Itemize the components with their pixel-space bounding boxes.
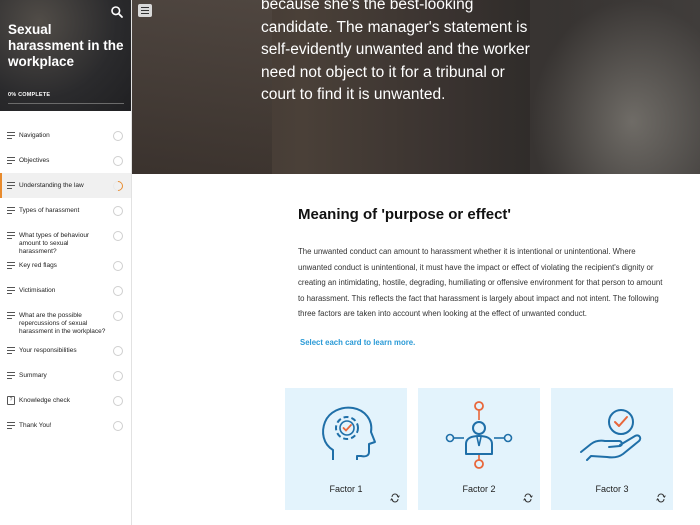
person-network-icon bbox=[445, 401, 513, 469]
progress-circle-partial-icon bbox=[110, 178, 126, 194]
flip-card-icon bbox=[390, 493, 400, 503]
card-label: Factor 3 bbox=[595, 484, 629, 494]
hero-text: because she's the best-looking candidate… bbox=[261, 0, 530, 104]
hero-image-left bbox=[132, 0, 272, 174]
lesson-lines-icon bbox=[7, 347, 15, 354]
lesson-lines-icon bbox=[7, 132, 15, 139]
nav-item-types-of-harassment[interactable]: Types of harassment bbox=[0, 198, 131, 223]
flashcard-factor-3[interactable]: Factor 3 bbox=[551, 388, 673, 510]
nav-item-knowledge-check[interactable]: ? Knowledge check bbox=[0, 388, 131, 413]
nav-item-understanding-the-law[interactable]: Understanding the law bbox=[0, 173, 131, 198]
nav-item-label: Knowledge check bbox=[19, 397, 70, 404]
lesson-lines-icon bbox=[7, 312, 15, 319]
nav-item-victimisation[interactable]: Victimisation bbox=[0, 278, 131, 303]
nav-item-label: Your responsibilities bbox=[19, 347, 77, 354]
flashcard-factor-2[interactable]: Factor 2 bbox=[418, 388, 540, 510]
main-content: because she's the best-looking candidate… bbox=[132, 0, 700, 525]
nav-item-label: Objectives bbox=[19, 157, 50, 164]
nav-item-summary[interactable]: Summary bbox=[0, 363, 131, 388]
lesson-lines-icon bbox=[7, 422, 15, 429]
progress-bar bbox=[8, 103, 124, 104]
nav-item-label: What are the possible repercussions of s… bbox=[19, 312, 106, 335]
lesson-lines-icon bbox=[7, 232, 15, 239]
lesson-body: Meaning of 'purpose or effect' The unwan… bbox=[298, 206, 668, 347]
nav-item-behaviour-types[interactable]: What types of behaviour amount to sexual… bbox=[0, 223, 131, 255]
progress-circle-icon bbox=[113, 346, 123, 356]
hand-check-icon bbox=[580, 409, 642, 461]
nav-item-label: Understanding the law bbox=[19, 182, 84, 189]
nav-item-thank-you[interactable]: Thank You! bbox=[0, 413, 131, 438]
nav-item-label: Summary bbox=[19, 372, 47, 379]
lesson-lines-icon bbox=[7, 182, 15, 189]
lesson-lines-icon bbox=[7, 207, 15, 214]
nav-item-your-responsibilities[interactable]: Your responsibilities bbox=[0, 338, 131, 363]
sidebar: Sexual harassment in the workplace 0% CO… bbox=[0, 0, 132, 525]
progress-label: 0% COMPLETE bbox=[8, 92, 51, 98]
progress-circle-icon bbox=[113, 131, 123, 141]
search-icon[interactable] bbox=[110, 5, 124, 19]
progress-circle-icon bbox=[113, 206, 123, 216]
nav-item-key-red-flags[interactable]: Key red flags bbox=[0, 253, 131, 278]
progress-circle-icon bbox=[113, 371, 123, 381]
sidebar-header: Sexual harassment in the workplace 0% CO… bbox=[0, 0, 131, 111]
flip-card-icon bbox=[523, 493, 533, 503]
section-title: Meaning of 'purpose or effect' bbox=[298, 206, 511, 223]
flip-card-icon bbox=[656, 493, 666, 503]
nav-item-repercussions[interactable]: What are the possible repercussions of s… bbox=[0, 303, 131, 338]
body-paragraph: The unwanted conduct can amount to haras… bbox=[298, 247, 663, 319]
lesson-nav: Navigation Objectives Understanding the … bbox=[0, 123, 131, 438]
instruction-text: Select each card to learn more. bbox=[300, 337, 416, 347]
nav-item-label: Thank You! bbox=[19, 422, 52, 429]
progress-circle-icon bbox=[113, 286, 123, 296]
progress-circle-icon bbox=[113, 261, 123, 271]
nav-item-objectives[interactable]: Objectives bbox=[0, 148, 131, 173]
nav-item-label: Key red flags bbox=[19, 262, 57, 269]
card-label: Factor 2 bbox=[462, 484, 496, 494]
nav-item-label: Types of harassment bbox=[19, 207, 80, 214]
lesson-lines-icon bbox=[7, 262, 15, 269]
nav-item-label: What types of behaviour amount to sexual… bbox=[19, 232, 90, 255]
lesson-lines-icon bbox=[7, 372, 15, 379]
nav-item-navigation[interactable]: Navigation bbox=[0, 123, 131, 148]
nav-item-label: Victimisation bbox=[19, 287, 56, 294]
progress-circle-icon bbox=[113, 231, 123, 241]
progress-circle-icon bbox=[113, 311, 123, 321]
lesson-lines-icon bbox=[7, 287, 15, 294]
progress-circle-icon bbox=[113, 156, 123, 166]
card-label: Factor 1 bbox=[329, 484, 363, 494]
progress-circle-icon bbox=[113, 396, 123, 406]
nav-item-label: Navigation bbox=[19, 132, 50, 139]
progress-circle-icon bbox=[113, 421, 123, 431]
quiz-icon: ? bbox=[7, 396, 15, 405]
lesson-lines-icon bbox=[7, 157, 15, 164]
menu-toggle-icon[interactable] bbox=[138, 4, 152, 17]
hero-image-right bbox=[530, 0, 700, 174]
flashcard-factor-1[interactable]: Factor 1 bbox=[285, 388, 407, 510]
head-gear-icon bbox=[322, 406, 376, 460]
hero-banner: because she's the best-looking candidate… bbox=[132, 0, 700, 174]
flashcard-grid: Factor 1 Factor 2 Factor 3 bbox=[285, 388, 685, 510]
course-title: Sexual harassment in the workplace bbox=[8, 22, 124, 69]
